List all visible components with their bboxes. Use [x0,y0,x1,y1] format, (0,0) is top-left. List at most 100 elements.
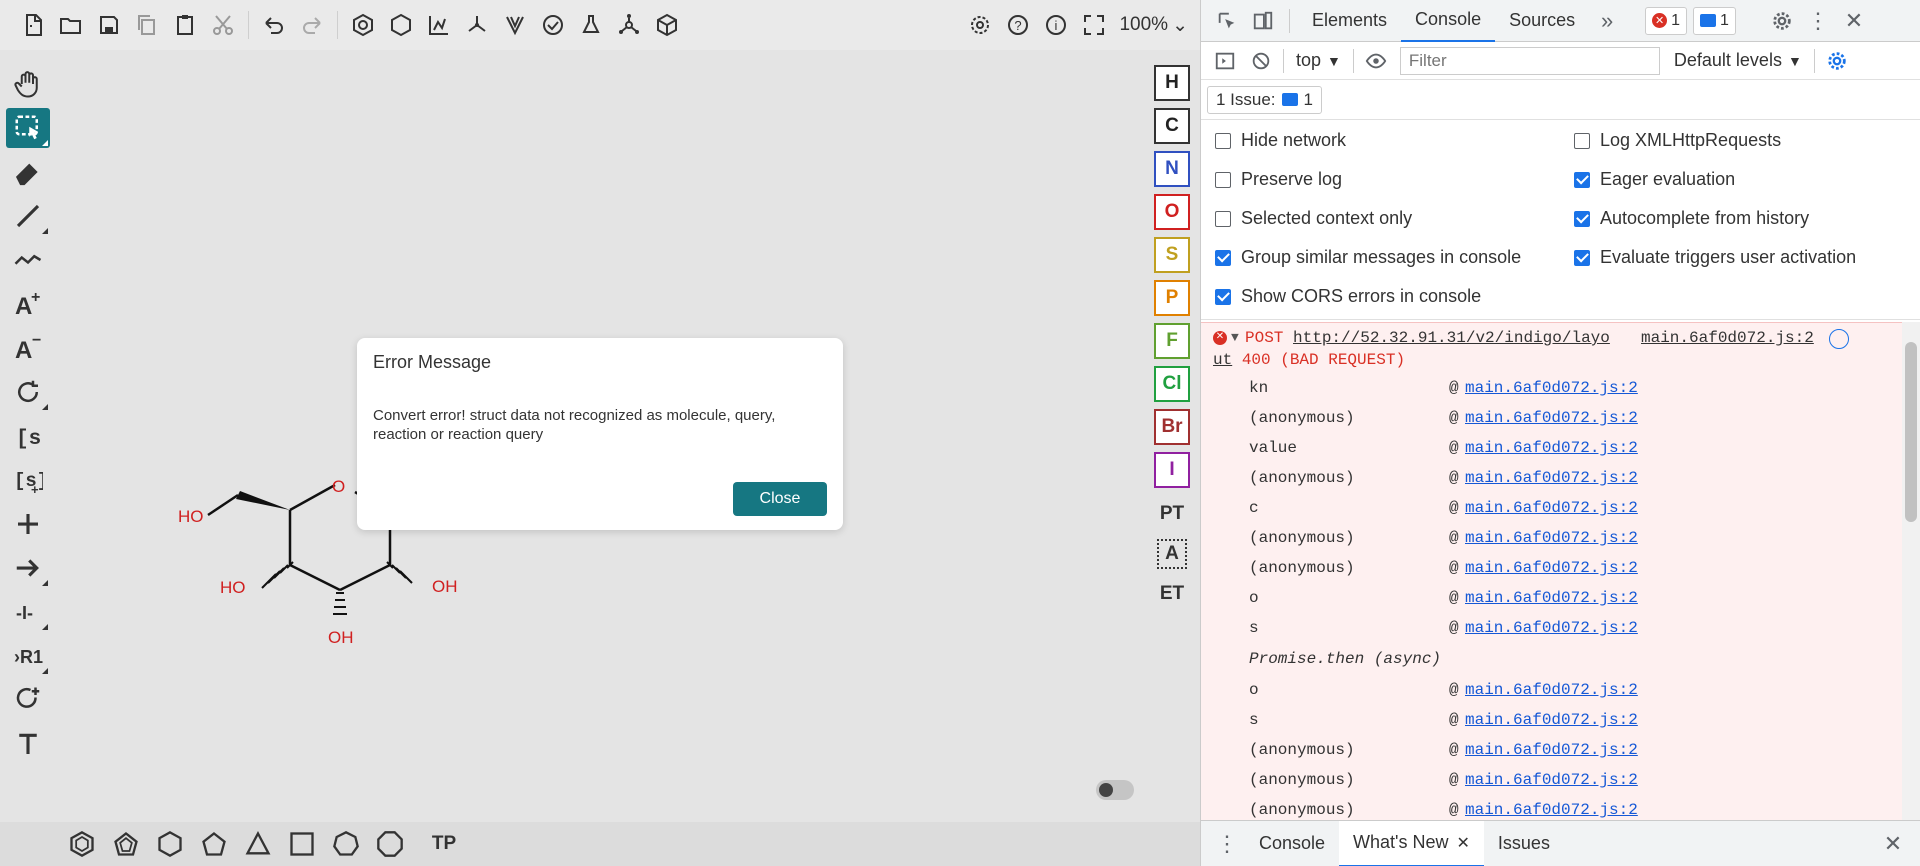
frame-source-link[interactable]: main.6af0d072.js:2 [1465,801,1638,819]
aromatize-icon[interactable] [344,6,382,44]
request-url-continued[interactable]: ut [1213,351,1232,369]
context-select[interactable]: top ▼ [1288,50,1349,71]
setting-preserve-log[interactable]: Preserve log [1215,169,1342,190]
kebab-menu-icon[interactable]: ⋮ [1800,3,1836,39]
charge-minus-tool[interactable]: A − [6,328,50,368]
chain-tool[interactable] [6,240,50,280]
issues-button[interactable]: 1 Issue: 1 [1207,85,1323,114]
frame-source-link[interactable]: main.6af0d072.js:2 [1465,681,1638,699]
gear-icon[interactable] [1764,3,1800,39]
periodic-table-button[interactable]: PT [1154,495,1190,533]
3d-icon[interactable] [648,6,686,44]
log-levels-select[interactable]: Default levels ▼ [1666,50,1810,71]
drawer-tab-issues[interactable]: Issues [1484,821,1564,866]
tab-sources[interactable]: Sources [1495,0,1589,42]
frame-source-link[interactable]: main.6af0d072.js:2 [1465,589,1638,607]
close-button[interactable]: Close [733,482,827,516]
drawer-tab-whats-new[interactable]: What's New ✕ [1339,820,1484,866]
checkbox[interactable] [1574,132,1590,149]
setting-eager-evaluation[interactable]: Eager evaluation [1574,169,1735,190]
fullscreen-icon[interactable] [1075,6,1113,44]
cyclooctane-template[interactable] [368,824,412,864]
checkbox[interactable] [1215,249,1231,266]
checkbox[interactable] [1574,249,1590,266]
atom-button-n[interactable]: N [1154,151,1190,187]
frame-source-link[interactable]: main.6af0d072.js:2 [1465,771,1638,789]
close-icon[interactable]: ✕ [1836,3,1872,39]
plus-tool[interactable] [6,504,50,544]
drawer-tab-console[interactable]: Console [1245,821,1339,866]
frame-source-link[interactable]: main.6af0d072.js:2 [1465,619,1638,637]
atom-button-i[interactable]: I [1154,452,1190,488]
redo-icon[interactable] [293,6,331,44]
close-tab-icon[interactable]: ✕ [1457,833,1470,853]
setting-selected-context-only[interactable]: Selected context only [1215,208,1412,229]
inspect-icon[interactable] [1209,3,1245,39]
atom-button-s[interactable]: S [1154,237,1190,273]
about-icon[interactable]: i [1037,6,1075,44]
rgroup-tool[interactable]: ›R1 [6,636,50,676]
rgroup-attach-tool[interactable] [6,680,50,720]
layout-icon[interactable] [420,6,458,44]
atom-button-p[interactable]: P [1154,280,1190,316]
setting-show-cors-errors-in-console[interactable]: Show CORS errors in console [1215,286,1481,307]
frame-source-link[interactable]: main.6af0d072.js:2 [1465,439,1638,457]
frame-source-link[interactable]: main.6af0d072.js:2 [1465,559,1638,577]
device-toolbar-icon[interactable] [1245,3,1281,39]
explicit-h-icon[interactable] [610,6,648,44]
cyclopropane-template[interactable] [236,824,280,864]
cyclobutane-template[interactable] [280,824,324,864]
checkbox[interactable] [1215,132,1231,149]
help-icon[interactable]: ? [999,6,1037,44]
check-icon[interactable] [534,6,572,44]
checkbox[interactable] [1574,210,1590,227]
atom-button-o[interactable]: O [1154,194,1190,230]
frame-source-link[interactable]: main.6af0d072.js:2 [1465,409,1638,427]
frame-source-link[interactable]: main.6af0d072.js:2 [1465,469,1638,487]
stereo-icon[interactable] [496,6,534,44]
drawer-menu-icon[interactable]: ⋮ [1209,826,1245,862]
console-scrollbar[interactable] [1902,322,1920,820]
more-tabs-icon[interactable]: » [1589,3,1625,39]
cyclohexane-template[interactable] [148,824,192,864]
paste-icon[interactable] [166,6,204,44]
checkbox[interactable] [1215,171,1231,188]
hand-tool[interactable] [6,64,50,104]
setting-autocomplete-from-history[interactable]: Autocomplete from history [1574,208,1809,229]
close-drawer-icon[interactable]: ✕ [1875,826,1911,862]
tab-elements[interactable]: Elements [1298,0,1401,42]
checkbox[interactable] [1215,210,1231,227]
setting-group-similar-messages-in-console[interactable]: Group similar messages in console [1215,247,1521,268]
message-count-badge[interactable]: 1 [1693,6,1736,35]
clear-console-icon[interactable] [1243,43,1279,79]
setting-hide-network[interactable]: Hide network [1215,130,1346,151]
new-icon[interactable] [14,6,52,44]
atom-button-br[interactable]: Br [1154,409,1190,445]
atom-button-c[interactable]: C [1154,108,1190,144]
save-icon[interactable] [90,6,128,44]
settings-icon[interactable] [961,6,999,44]
error-source-link[interactable]: main.6af0d072.js:2 [1641,327,1814,349]
select-tool[interactable] [6,108,50,148]
scroll-thumb[interactable] [1905,342,1917,522]
arrow-tool[interactable] [6,548,50,588]
dearomatize-icon[interactable] [382,6,420,44]
frame-source-link[interactable]: main.6af0d072.js:2 [1465,499,1638,517]
bracket-tool[interactable]: -I- [6,592,50,632]
console-settings-icon[interactable] [1819,43,1855,79]
benzene-template[interactable] [60,824,104,864]
eye-icon[interactable] [1358,43,1394,79]
template-library-button[interactable]: TP [422,824,466,864]
sgroup-add-tool[interactable]: [s]+ [6,460,50,500]
cyclopentane-template[interactable] [192,824,236,864]
clean-icon[interactable] [458,6,496,44]
frame-source-link[interactable]: main.6af0d072.js:2 [1465,529,1638,547]
checkbox[interactable] [1215,288,1231,305]
copy-icon[interactable] [128,6,166,44]
cycloheptane-template[interactable] [324,824,368,864]
setting-evaluate-triggers-user-activation[interactable]: Evaluate triggers user activation [1574,247,1856,268]
tab-console[interactable]: Console [1401,0,1496,42]
sgroup-tool[interactable]: [s] [6,416,50,456]
frame-source-link[interactable]: main.6af0d072.js:2 [1465,741,1638,759]
undo-icon[interactable] [255,6,293,44]
